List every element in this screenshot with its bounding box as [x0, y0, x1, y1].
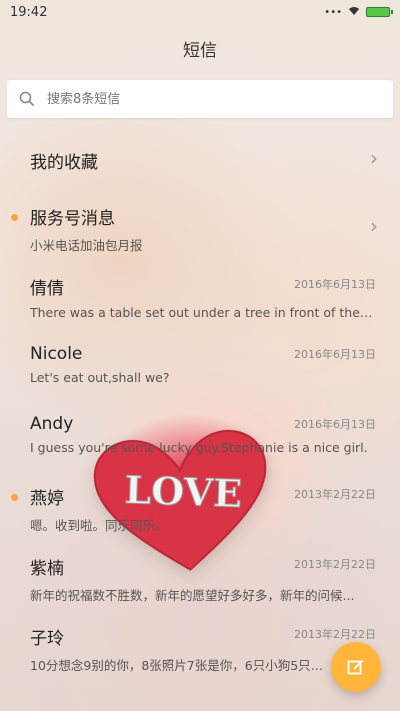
conversation-row[interactable]: 紫楠 新年的祝福数不胜数，新年的愿望好多好多，新年的问候... 2013年2月2…: [0, 542, 400, 612]
message-preview: 10分想念9别的你，8张照片7张是你，6只小狗5只像你...: [30, 658, 330, 673]
status-bar: 19:42 •••: [0, 0, 400, 24]
service-subtitle: 小米电话加油包月报: [30, 238, 143, 253]
message-date: 2016年6月13日: [294, 278, 376, 291]
favorites-label: 我的收藏: [30, 153, 98, 173]
message-preview: There was a table set out under a tree i…: [30, 305, 376, 320]
signal-dots-icon: •••: [324, 6, 342, 18]
message-date: 2016年6月13日: [294, 348, 376, 361]
message-date: 2013年2月22日: [294, 488, 376, 501]
conversation-row[interactable]: 燕婷 嗯。收到啦。同乐同乐。 2013年2月22日: [0, 472, 400, 542]
compose-button[interactable]: [331, 642, 381, 692]
battery-icon: [366, 7, 393, 17]
conversation-row[interactable]: Nicole Let's eat out,shall we? 2016年6月13…: [0, 332, 400, 402]
search-bar[interactable]: [7, 80, 393, 118]
conversation-list: 我的收藏 › 服务号消息 小米电话加油包月报 › 倩倩 There was a …: [0, 128, 400, 682]
chevron-right-icon: ›: [370, 146, 378, 170]
service-title: 服务号消息: [30, 209, 115, 229]
message-preview: I guess you're some lucky guy.Stephanie …: [30, 440, 368, 455]
unread-dot: [11, 494, 18, 501]
message-date: 2016年6月13日: [294, 418, 376, 431]
message-date: 2013年2月22日: [294, 628, 376, 641]
conversation-row[interactable]: 倩倩 There was a table set out under a tre…: [0, 262, 400, 332]
favorites-row[interactable]: 我的收藏 ›: [0, 128, 400, 192]
message-preview: Let's eat out,shall we?: [30, 370, 170, 385]
page-title: 短信: [183, 40, 217, 61]
wifi-icon: [348, 5, 360, 20]
message-preview: 新年的祝福数不胜数，新年的愿望好多好多，新年的问候...: [30, 588, 355, 603]
status-icons: •••: [324, 5, 393, 20]
unread-dot: [11, 214, 18, 221]
message-date: 2013年2月22日: [294, 558, 376, 571]
status-time: 19:42: [10, 4, 48, 20]
search-input[interactable]: [45, 90, 369, 108]
compose-icon: [347, 659, 364, 675]
conversation-row[interactable]: Andy I guess you're some lucky guy.Steph…: [0, 402, 400, 472]
chevron-right-icon: ›: [370, 214, 378, 238]
service-messages-row[interactable]: 服务号消息 小米电话加油包月报 ›: [0, 192, 400, 262]
search-icon: [19, 91, 35, 107]
message-preview: 嗯。收到啦。同乐同乐。: [30, 518, 168, 533]
